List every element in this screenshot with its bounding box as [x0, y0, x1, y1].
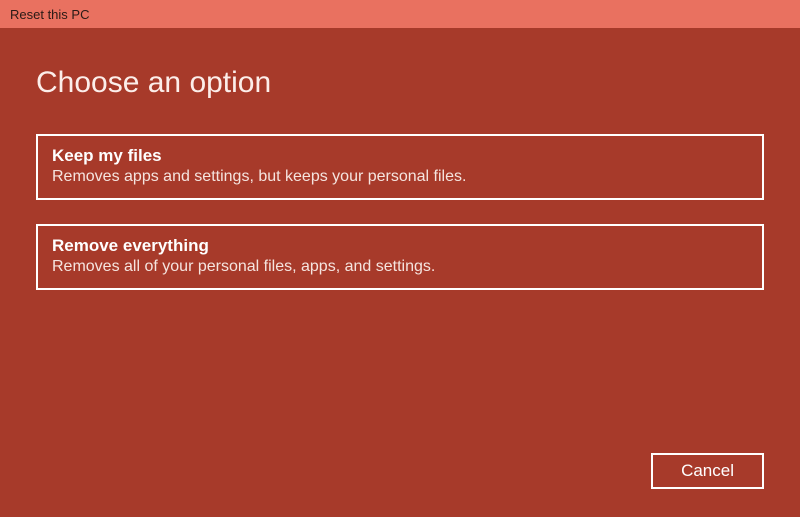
footer: Cancel [651, 453, 764, 489]
option-description: Removes apps and settings, but keeps you… [52, 168, 748, 186]
window-title: Reset this PC [10, 7, 89, 22]
cancel-button[interactable]: Cancel [651, 453, 764, 489]
option-description: Removes all of your personal files, apps… [52, 258, 748, 276]
option-title: Remove everything [52, 236, 748, 256]
content-area: Choose an option Keep my files Removes a… [0, 28, 800, 290]
option-remove-everything[interactable]: Remove everything Removes all of your pe… [36, 224, 764, 290]
page-heading: Choose an option [36, 66, 764, 100]
option-title: Keep my files [52, 146, 748, 166]
option-keep-my-files[interactable]: Keep my files Removes apps and settings,… [36, 134, 764, 200]
titlebar: Reset this PC [0, 0, 800, 28]
